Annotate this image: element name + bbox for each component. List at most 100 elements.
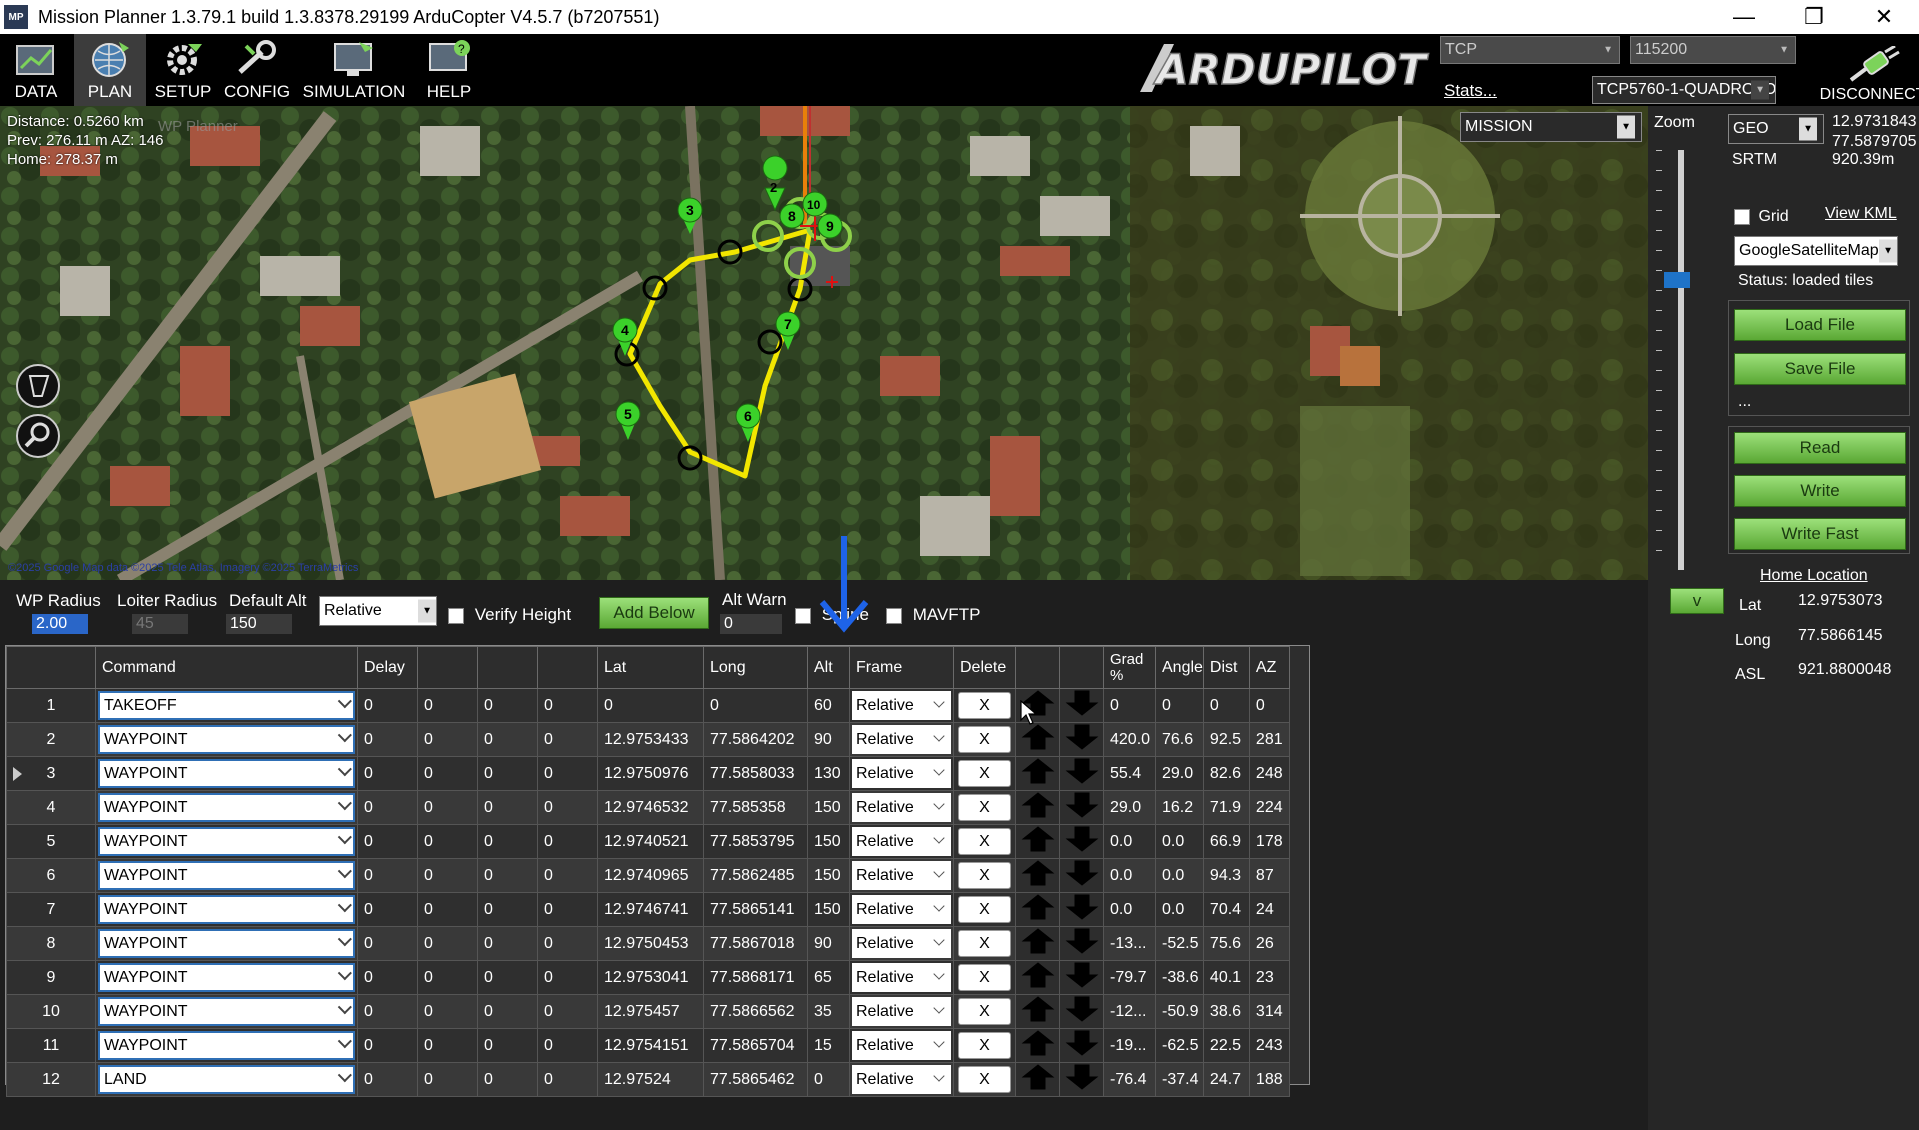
- home-lat-value[interactable]: 12.9753073: [1798, 592, 1910, 610]
- delay-cell[interactable]: 0: [357, 960, 418, 995]
- minimize-button[interactable]: —: [1709, 0, 1779, 34]
- param4-cell[interactable]: 0: [537, 790, 598, 825]
- row-number[interactable]: 4: [6, 790, 96, 825]
- move-up-button[interactable]: [1015, 756, 1060, 791]
- long-cell[interactable]: 0: [703, 688, 808, 723]
- delete-cell[interactable]: X: [953, 1062, 1016, 1097]
- alt-cell[interactable]: 150: [807, 858, 850, 893]
- frame-select[interactable]: Relative: [852, 725, 951, 754]
- long-cell[interactable]: 77.5858033: [703, 756, 808, 791]
- delete-cell[interactable]: X: [953, 1028, 1016, 1063]
- delete-row-button[interactable]: X: [958, 760, 1011, 787]
- map-provider-select[interactable]: GoogleSatelliteMap ▼: [1734, 236, 1898, 266]
- zoom-tool-button[interactable]: [16, 414, 60, 458]
- move-down-button[interactable]: [1059, 824, 1104, 859]
- long-cell[interactable]: 77.5868171: [703, 960, 808, 995]
- frame-select[interactable]: Relative: [852, 1031, 951, 1060]
- frame-cell[interactable]: Relative: [849, 1062, 954, 1097]
- frame-select[interactable]: Relative: [852, 793, 951, 822]
- lat-cell[interactable]: 12.975457: [597, 994, 704, 1029]
- delete-row-button[interactable]: X: [958, 692, 1011, 719]
- move-up-button[interactable]: [1015, 824, 1060, 859]
- close-button[interactable]: ✕: [1849, 0, 1919, 34]
- verify-height-checkbox[interactable]: Verify Height: [448, 605, 571, 625]
- lat-cell[interactable]: 12.9750453: [597, 926, 704, 961]
- param2-cell[interactable]: 0: [417, 790, 478, 825]
- param2-cell[interactable]: 0: [417, 756, 478, 791]
- command-cell[interactable]: WAYPOINT: [95, 756, 358, 791]
- waypoint-markers[interactable]: 2 3 4 5 6 7 8 9 10: [612, 155, 843, 442]
- delay-cell[interactable]: 0: [357, 790, 418, 825]
- baud-rate-select[interactable]: 115200 ▼: [1630, 36, 1796, 64]
- header-long[interactable]: Long: [703, 646, 808, 689]
- header-param4[interactable]: [537, 646, 598, 689]
- delay-cell[interactable]: 0: [357, 688, 418, 723]
- long-cell[interactable]: 77.5865141: [703, 892, 808, 927]
- table-row[interactable]: 7 WAYPOINT 0 0 0 0 12.9746741 77.5865141 150 Rela…: [6, 892, 1290, 927]
- param4-cell[interactable]: 0: [537, 756, 598, 791]
- param3-cell[interactable]: 0: [477, 1062, 538, 1097]
- alt-cell[interactable]: 35: [807, 994, 850, 1029]
- command-select[interactable]: WAYPOINT: [98, 861, 355, 890]
- command-select[interactable]: WAYPOINT: [98, 997, 355, 1026]
- param3-cell[interactable]: 0: [477, 892, 538, 927]
- mavftp-checkbox[interactable]: MAVFTP: [886, 605, 980, 625]
- row-number[interactable]: 7: [6, 892, 96, 927]
- move-up-button[interactable]: [1015, 994, 1060, 1029]
- frame-cell[interactable]: Relative: [849, 926, 954, 961]
- grid-checkbox[interactable]: Grid: [1734, 208, 1789, 226]
- mavftp-checkbox-box[interactable]: [886, 607, 902, 624]
- param2-cell[interactable]: 0: [417, 994, 478, 1029]
- param4-cell[interactable]: 0: [537, 960, 598, 995]
- frame-cell[interactable]: Relative: [849, 790, 954, 825]
- param3-cell[interactable]: 0: [477, 994, 538, 1029]
- table-row[interactable]: 2 WAYPOINT 0 0 0 0 12.9753433 77.5864202 90 Relat…: [6, 722, 1290, 757]
- stats-link[interactable]: Stats...: [1444, 81, 1497, 101]
- move-up-button[interactable]: [1015, 892, 1060, 927]
- command-select[interactable]: WAYPOINT: [98, 725, 355, 754]
- disconnect-button[interactable]: DISCONNECT: [1820, 40, 1919, 104]
- table-row[interactable]: 1 TAKEOFF 0 0 0 0 0 0 60 Relative X 0 0 0 0: [6, 688, 1290, 723]
- home-location-link[interactable]: Home Location: [1760, 567, 1868, 585]
- row-number[interactable]: 9: [6, 960, 96, 995]
- move-down-button[interactable]: [1059, 960, 1104, 995]
- move-up-button[interactable]: [1015, 790, 1060, 825]
- lat-cell[interactable]: 12.9753433: [597, 722, 704, 757]
- lat-cell[interactable]: 12.9750976: [597, 756, 704, 791]
- restore-button[interactable]: ❐: [1779, 0, 1849, 34]
- row-number[interactable]: 6: [6, 858, 96, 893]
- command-cell[interactable]: LAND: [95, 1062, 358, 1097]
- param2-cell[interactable]: 0: [417, 858, 478, 893]
- move-down-button[interactable]: [1059, 790, 1104, 825]
- param4-cell[interactable]: 0: [537, 722, 598, 757]
- delete-cell[interactable]: X: [953, 688, 1016, 723]
- move-up-button[interactable]: [1015, 858, 1060, 893]
- load-file-button[interactable]: Load File: [1734, 309, 1906, 341]
- command-cell[interactable]: WAYPOINT: [95, 994, 358, 1029]
- satellite-map[interactable]: 2 3 4 5 6 7 8 9 10 Distance: 0.5260 km P…: [0, 106, 1648, 580]
- delete-row-button[interactable]: X: [958, 794, 1011, 821]
- delete-row-button[interactable]: X: [958, 828, 1011, 855]
- lat-cell[interactable]: 12.9746741: [597, 892, 704, 927]
- row-number[interactable]: 1: [6, 688, 96, 723]
- header-grad[interactable]: Grad %: [1103, 646, 1156, 689]
- move-down-button[interactable]: [1059, 892, 1104, 927]
- long-cell[interactable]: 77.5853795: [703, 824, 808, 859]
- long-cell[interactable]: 77.5867018: [703, 926, 808, 961]
- table-row[interactable]: 10 WAYPOINT 0 0 0 0 12.975457 77.5866562 35 Relat…: [6, 994, 1290, 1029]
- command-select[interactable]: LAND: [98, 1065, 355, 1094]
- row-number[interactable]: 3: [6, 756, 96, 791]
- header-param2[interactable]: [417, 646, 478, 689]
- command-select[interactable]: WAYPOINT: [98, 929, 355, 958]
- param4-cell[interactable]: 0: [537, 1062, 598, 1097]
- header-param3[interactable]: [477, 646, 538, 689]
- delete-cell[interactable]: X: [953, 994, 1016, 1029]
- alt-cell[interactable]: 90: [807, 722, 850, 757]
- delay-cell[interactable]: 0: [357, 1028, 418, 1063]
- long-cell[interactable]: 77.5866562: [703, 994, 808, 1029]
- move-down-button[interactable]: [1059, 994, 1104, 1029]
- add-below-button[interactable]: Add Below: [599, 597, 709, 629]
- spline-checkbox-box[interactable]: [795, 607, 811, 624]
- command-select[interactable]: WAYPOINT: [98, 895, 355, 924]
- long-cell[interactable]: 77.5865462: [703, 1062, 808, 1097]
